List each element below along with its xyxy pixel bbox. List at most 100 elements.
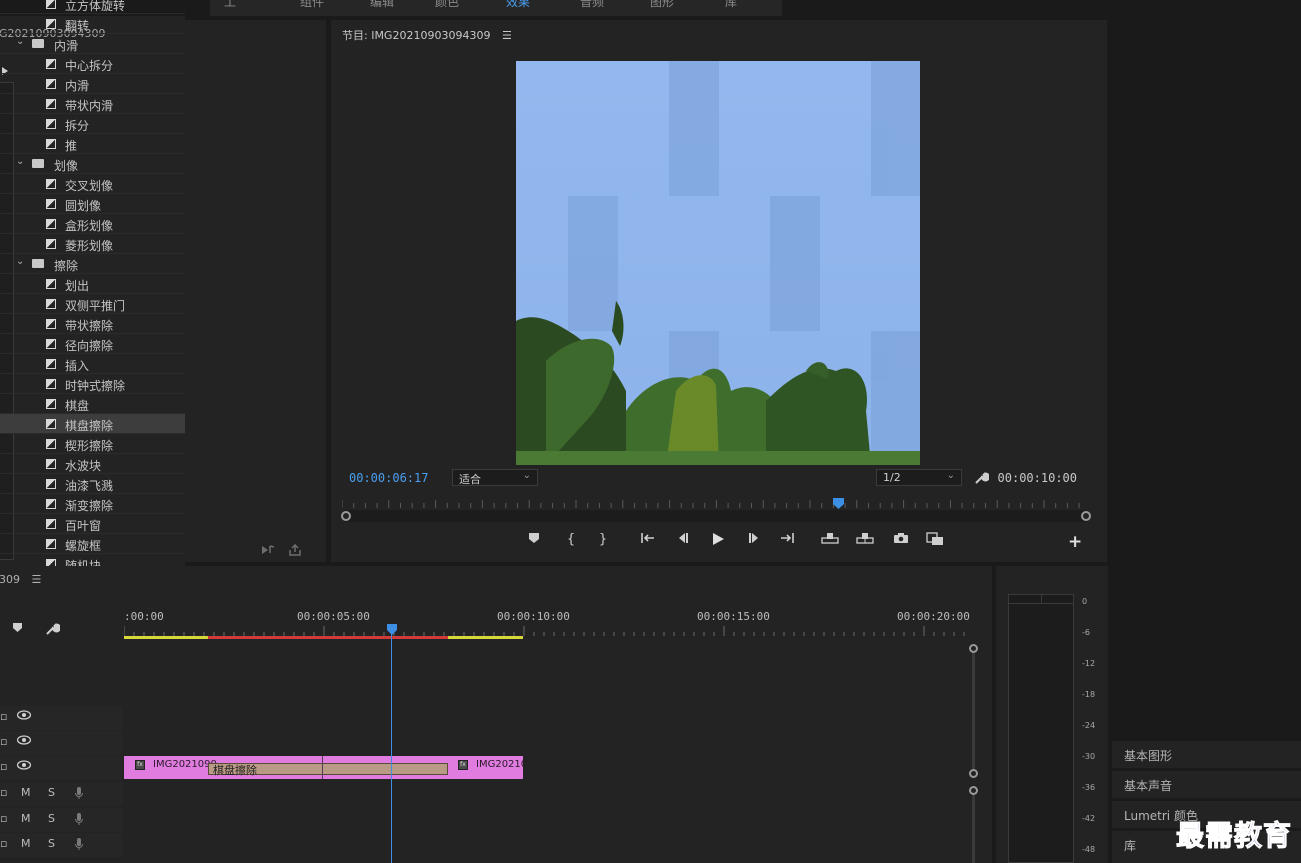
step-forward-icon[interactable] <box>745 532 763 548</box>
program-video-frame[interactable] <box>516 61 920 465</box>
sync-lock-icon[interactable]: ▫ <box>0 812 7 825</box>
sync-lock-icon[interactable]: ▫ <box>0 786 7 799</box>
effect-item-row[interactable]: 径向擦除 <box>0 334 185 354</box>
effect-item-row[interactable]: 菱形划像 <box>0 234 185 254</box>
hamburger-icon[interactable]: ☰ <box>502 29 512 42</box>
scroll-track[interactable] <box>972 795 975 863</box>
effect-item-row[interactable]: 渐变擦除 <box>0 494 185 514</box>
add-button[interactable]: + <box>1068 532 1082 552</box>
chevron-down-icon[interactable]: ⌄ <box>16 36 24 47</box>
solo-button[interactable]: S <box>48 837 55 850</box>
track-content-area[interactable] <box>124 808 968 832</box>
sync-lock-icon[interactable]: ▫ <box>0 760 7 773</box>
microphone-icon[interactable] <box>74 786 84 803</box>
transition-block[interactable]: 棋盘擦除 <box>208 763 448 777</box>
solo-button[interactable]: S <box>48 786 55 799</box>
microphone-icon[interactable] <box>74 812 84 829</box>
scrub-out-handle[interactable] <box>1081 511 1091 521</box>
wrench-icon[interactable] <box>973 470 990 489</box>
go-to-out-icon[interactable] <box>778 532 796 548</box>
effect-item-row[interactable]: 带状擦除 <box>0 314 185 334</box>
track-content-area[interactable] <box>124 706 968 730</box>
mute-button[interactable]: M <box>21 812 31 825</box>
scroll-handle[interactable] <box>969 786 978 795</box>
effect-item-row[interactable]: 螺旋框 <box>0 534 185 554</box>
effect-item-row[interactable]: 棋盘擦除 <box>0 414 185 434</box>
hamburger-icon[interactable]: ☰ <box>32 573 42 586</box>
effect-item-row[interactable]: 带状内滑 <box>0 94 185 114</box>
timeline-vertical-scrollbar[interactable] <box>969 644 978 863</box>
effect-item-row[interactable]: 双侧平推门 <box>0 294 185 314</box>
workspace-tab[interactable]: 图形 <box>650 0 674 10</box>
comparison-view-icon[interactable] <box>926 532 944 550</box>
export-icon[interactable] <box>288 543 302 559</box>
effect-item-row[interactable]: 百叶窗 <box>0 514 185 534</box>
workspace-tab[interactable]: 编辑 <box>370 0 394 10</box>
mute-button[interactable]: M <box>21 786 31 799</box>
workspace-tab[interactable]: 库 <box>725 0 737 10</box>
sync-lock-icon[interactable]: ▫ <box>0 837 7 850</box>
timeline-playhead-head[interactable] <box>387 624 397 639</box>
fit-zoom-select[interactable]: 适合 ⌄ <box>452 469 538 486</box>
workspace-tab[interactable]: 组件 <box>300 0 324 10</box>
workspace-tab[interactable]: 工 <box>224 0 236 10</box>
sync-lock-icon[interactable]: ▫ <box>0 735 7 748</box>
scroll-handle[interactable] <box>969 644 978 653</box>
scroll-track[interactable] <box>972 653 975 769</box>
workspace-tab[interactable]: 音频 <box>580 0 604 10</box>
effects-folder-row[interactable]: ⌄ 擦除 <box>0 254 185 274</box>
add-marker-icon[interactable] <box>12 622 23 636</box>
track-content-area[interactable] <box>124 731 968 755</box>
scrub-in-handle[interactable] <box>341 511 351 521</box>
effect-item-row[interactable]: 盒形划像 <box>0 214 185 234</box>
wrench-icon[interactable] <box>44 621 61 640</box>
effect-item-row[interactable]: 时钟式擦除 <box>0 374 185 394</box>
effect-item-row[interactable]: 内滑 <box>0 74 185 94</box>
chevron-down-icon[interactable]: ⌄ <box>16 256 24 267</box>
chevron-down-icon[interactable]: ⌄ <box>16 156 24 167</box>
effects-folder-row[interactable]: ⌄ 划像 <box>0 154 185 174</box>
program-playhead[interactable] <box>832 498 845 513</box>
effects-folder-row[interactable]: ⌄ 内滑 <box>0 34 185 54</box>
effect-item-row[interactable]: 圆划像 <box>0 194 185 214</box>
workspace-tab[interactable]: 颜色 <box>435 0 459 10</box>
lift-icon[interactable] <box>821 532 839 548</box>
eye-icon[interactable] <box>16 735 32 748</box>
timeline-clip[interactable]: fx IMG2021090 棋盘擦除 fx IMG20210 <box>124 756 527 779</box>
track-content-area[interactable] <box>124 833 968 857</box>
play-icon[interactable] <box>709 532 727 550</box>
mark-in-icon[interactable]: { <box>562 532 580 547</box>
essential-sound-tab[interactable]: 基本声音 <box>1112 770 1301 798</box>
mute-button[interactable]: M <box>21 837 31 850</box>
mark-out-icon[interactable]: } <box>594 532 612 547</box>
step-back-icon[interactable] <box>674 532 692 548</box>
eye-icon[interactable] <box>16 710 32 723</box>
effect-item-row[interactable]: 楔形擦除 <box>0 434 185 454</box>
solo-button[interactable]: S <box>48 812 55 825</box>
playback-resolution-select[interactable]: 1/2 ⌄ <box>876 469 962 486</box>
effect-item-row[interactable]: 立方体旋转 <box>0 0 185 14</box>
effect-item-row[interactable]: 推 <box>0 134 185 154</box>
effect-item-row[interactable]: 棋盘 <box>0 394 185 414</box>
microphone-icon[interactable] <box>74 837 84 854</box>
eye-icon[interactable] <box>16 760 32 773</box>
add-marker-icon[interactable] <box>525 532 543 548</box>
insert-audio-icon[interactable] <box>261 544 275 559</box>
effect-item-row[interactable]: 交叉划像 <box>0 174 185 194</box>
effect-item-row[interactable]: 翻转 <box>0 14 185 34</box>
effect-item-row[interactable]: 水波块 <box>0 454 185 474</box>
program-time-ruler[interactable] <box>342 498 1090 508</box>
effect-item-row[interactable]: 油漆飞溅 <box>0 474 185 494</box>
effect-item-row[interactable]: 拆分 <box>0 114 185 134</box>
current-timecode[interactable]: 00:00:06:17 <box>349 471 428 485</box>
scroll-handle[interactable] <box>969 769 978 778</box>
go-to-in-icon[interactable] <box>639 532 657 548</box>
program-scrub-bar[interactable] <box>341 510 1091 522</box>
workspace-tab-active[interactable]: 效果 <box>506 0 530 10</box>
track-content-area[interactable] <box>124 782 968 806</box>
effect-item-row[interactable]: 划出 <box>0 274 185 294</box>
export-frame-icon[interactable] <box>892 532 910 548</box>
sync-lock-icon[interactable]: ▫ <box>0 710 7 723</box>
effect-item-row[interactable]: 插入 <box>0 354 185 374</box>
effect-item-row[interactable]: 中心拆分 <box>0 54 185 74</box>
